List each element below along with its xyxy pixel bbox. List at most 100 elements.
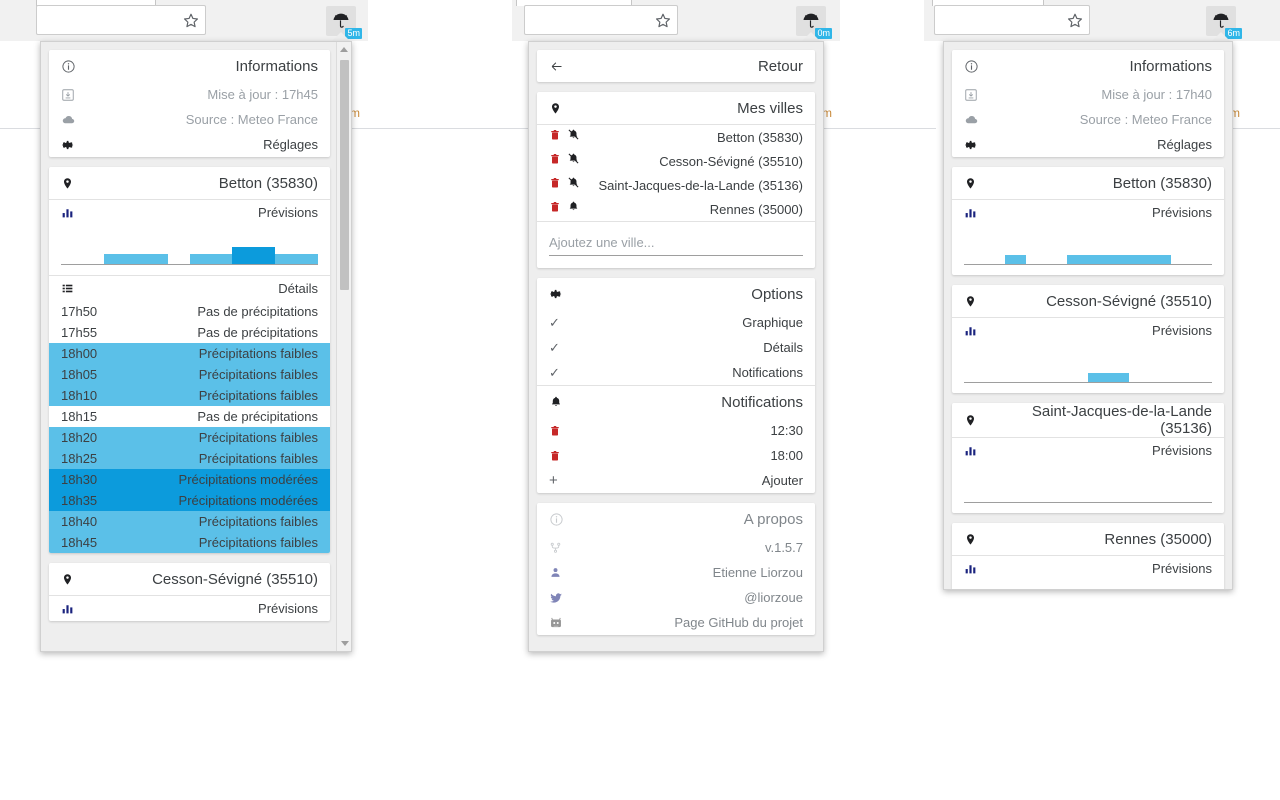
bar-chart-icon bbox=[964, 562, 977, 575]
bookmark-star-icon[interactable] bbox=[654, 12, 672, 30]
settings-row[interactable]: Réglages bbox=[952, 132, 1224, 157]
page-bleed-line bbox=[824, 128, 936, 129]
settings-label: Réglages bbox=[1157, 137, 1212, 152]
about-twitter-row[interactable]: @liorzoue bbox=[537, 585, 815, 610]
twitter-icon bbox=[549, 591, 563, 605]
source-row: Source : Meteo France bbox=[952, 107, 1224, 132]
city-name: Cesson-Sévigné (35510) bbox=[1046, 292, 1212, 310]
address-bar-1[interactable] bbox=[36, 5, 206, 35]
delete-notification-icon[interactable] bbox=[549, 425, 561, 437]
scroll-down-button[interactable] bbox=[337, 636, 351, 651]
notification-time: 18:00 bbox=[770, 448, 803, 463]
options-card: Options ✓ Graphique ✓ Détails ✓ Notifications… bbox=[537, 278, 815, 493]
chart-bar bbox=[1108, 373, 1130, 382]
information-title: Informations bbox=[1129, 57, 1212, 75]
details-row: 18h40 Précipitations faibles bbox=[49, 511, 330, 532]
delete-notification-icon[interactable] bbox=[549, 450, 561, 462]
back-button[interactable]: Retour bbox=[537, 50, 815, 82]
notifications-title: Notifications bbox=[721, 393, 803, 411]
city-header[interactable]: Betton (35830) bbox=[952, 167, 1224, 199]
check-icon: ✓ bbox=[549, 339, 560, 355]
about-github-row[interactable]: Page GitHub du projet bbox=[537, 610, 815, 635]
details-text: Précipitations faibles bbox=[198, 367, 318, 382]
add-city-input[interactable] bbox=[549, 232, 803, 256]
details-row: 17h50 Pas de précipitations bbox=[49, 301, 330, 322]
option-toggle[interactable]: ✓ Détails bbox=[537, 335, 815, 360]
settings-label: Réglages bbox=[263, 137, 318, 152]
about-header: A propos bbox=[537, 503, 815, 535]
source-row: Source : Meteo France bbox=[49, 107, 330, 132]
details-text: Précipitations faibles bbox=[198, 346, 318, 361]
bell-icon[interactable] bbox=[567, 200, 580, 218]
city-header[interactable]: Saint-Jacques-de-la-Lande (35136) bbox=[952, 403, 1224, 437]
bell-off-icon[interactable] bbox=[567, 128, 580, 146]
screen: m m m 5m 0m 6m Informations Mise à jour … bbox=[0, 0, 1280, 800]
city-list-item[interactable]: Betton (35830) bbox=[537, 125, 815, 149]
details-row: 17h55 Pas de précipitations bbox=[49, 322, 330, 343]
details-text: Précipitations faibles bbox=[198, 430, 318, 445]
page-bleed-line bbox=[1232, 128, 1280, 129]
details-label: Détails bbox=[278, 281, 318, 296]
bell-off-icon[interactable] bbox=[567, 152, 580, 170]
city-header[interactable]: Betton (35830) bbox=[49, 167, 330, 199]
details-time: 18h45 bbox=[61, 535, 98, 550]
chart-plot bbox=[964, 587, 1212, 589]
delete-city-icon[interactable] bbox=[549, 176, 561, 194]
location-pin-icon bbox=[964, 177, 977, 190]
scroll-up-button[interactable] bbox=[337, 42, 351, 57]
gear-icon bbox=[549, 287, 563, 301]
bell-off-icon[interactable] bbox=[567, 176, 580, 194]
details-text: Précipitations modérées bbox=[178, 493, 318, 508]
option-toggle[interactable]: ✓ Graphique bbox=[537, 310, 815, 335]
notification-item[interactable]: 12:30 bbox=[537, 418, 815, 443]
notification-time: 12:30 bbox=[770, 423, 803, 438]
city-list-item[interactable]: Saint-Jacques-de-la-Lande (35136) bbox=[537, 173, 815, 197]
forecast-header: Prévisions bbox=[952, 200, 1224, 225]
delete-city-icon[interactable] bbox=[549, 200, 561, 218]
bookmark-star-icon[interactable] bbox=[1066, 12, 1084, 30]
city-list-item[interactable]: Rennes (35000) bbox=[537, 197, 815, 221]
branch-icon bbox=[549, 541, 562, 554]
source-name: Source : Meteo France bbox=[185, 112, 318, 127]
city-name: Rennes (35000) bbox=[1104, 530, 1212, 548]
gear-icon bbox=[61, 138, 75, 152]
chart-bar bbox=[1088, 373, 1109, 382]
delete-city-icon[interactable] bbox=[549, 152, 561, 170]
options-header: Options bbox=[537, 278, 815, 310]
add-notification-button[interactable]: + Ajouter bbox=[537, 468, 815, 493]
city-forecast-card: Cesson-Sévigné (35510) Prévisions bbox=[952, 285, 1224, 393]
city-header[interactable]: Cesson-Sévigné (35510) bbox=[49, 563, 330, 595]
list-icon bbox=[61, 282, 74, 295]
download-icon bbox=[964, 88, 978, 102]
details-time: 18h00 bbox=[61, 346, 98, 361]
popup-scrollbar[interactable] bbox=[336, 42, 351, 651]
bookmark-star-icon[interactable] bbox=[182, 12, 200, 30]
extension-popup-all-cities: Informations Mise à jour : 17h40 Source … bbox=[943, 41, 1233, 590]
details-time: 18h25 bbox=[61, 451, 98, 466]
chart-plot bbox=[964, 349, 1212, 383]
details-text: Précipitations faibles bbox=[198, 514, 318, 529]
city-header[interactable]: Rennes (35000) bbox=[952, 523, 1224, 555]
user-icon bbox=[549, 566, 562, 579]
city-name: Betton (35830) bbox=[218, 174, 318, 192]
city-name: Betton (35830) bbox=[716, 129, 803, 145]
option-toggle[interactable]: ✓ Notifications bbox=[537, 360, 815, 385]
delete-city-icon[interactable] bbox=[549, 128, 561, 146]
details-row: 18h20 Précipitations faibles bbox=[49, 427, 330, 448]
details-text: Précipitations faibles bbox=[198, 451, 318, 466]
check-icon: ✓ bbox=[549, 314, 560, 330]
source-name: Source : Meteo France bbox=[1079, 112, 1212, 127]
option-label: Notifications bbox=[732, 365, 803, 380]
chart-bar bbox=[1005, 255, 1026, 264]
city-header[interactable]: Cesson-Sévigné (35510) bbox=[952, 285, 1224, 317]
details-time: 18h10 bbox=[61, 388, 98, 403]
details-row: 18h00 Précipitations faibles bbox=[49, 343, 330, 364]
forecast-header: Prévisions bbox=[952, 556, 1224, 581]
popup-caret-1 bbox=[332, 32, 350, 41]
city-list-item[interactable]: Cesson-Sévigné (35510) bbox=[537, 149, 815, 173]
details-text: Précipitations faibles bbox=[198, 388, 318, 403]
settings-row[interactable]: Réglages bbox=[49, 132, 330, 157]
location-pin-icon bbox=[964, 295, 977, 308]
notification-item[interactable]: 18:00 bbox=[537, 443, 815, 468]
scrollbar-thumb[interactable] bbox=[340, 60, 349, 290]
